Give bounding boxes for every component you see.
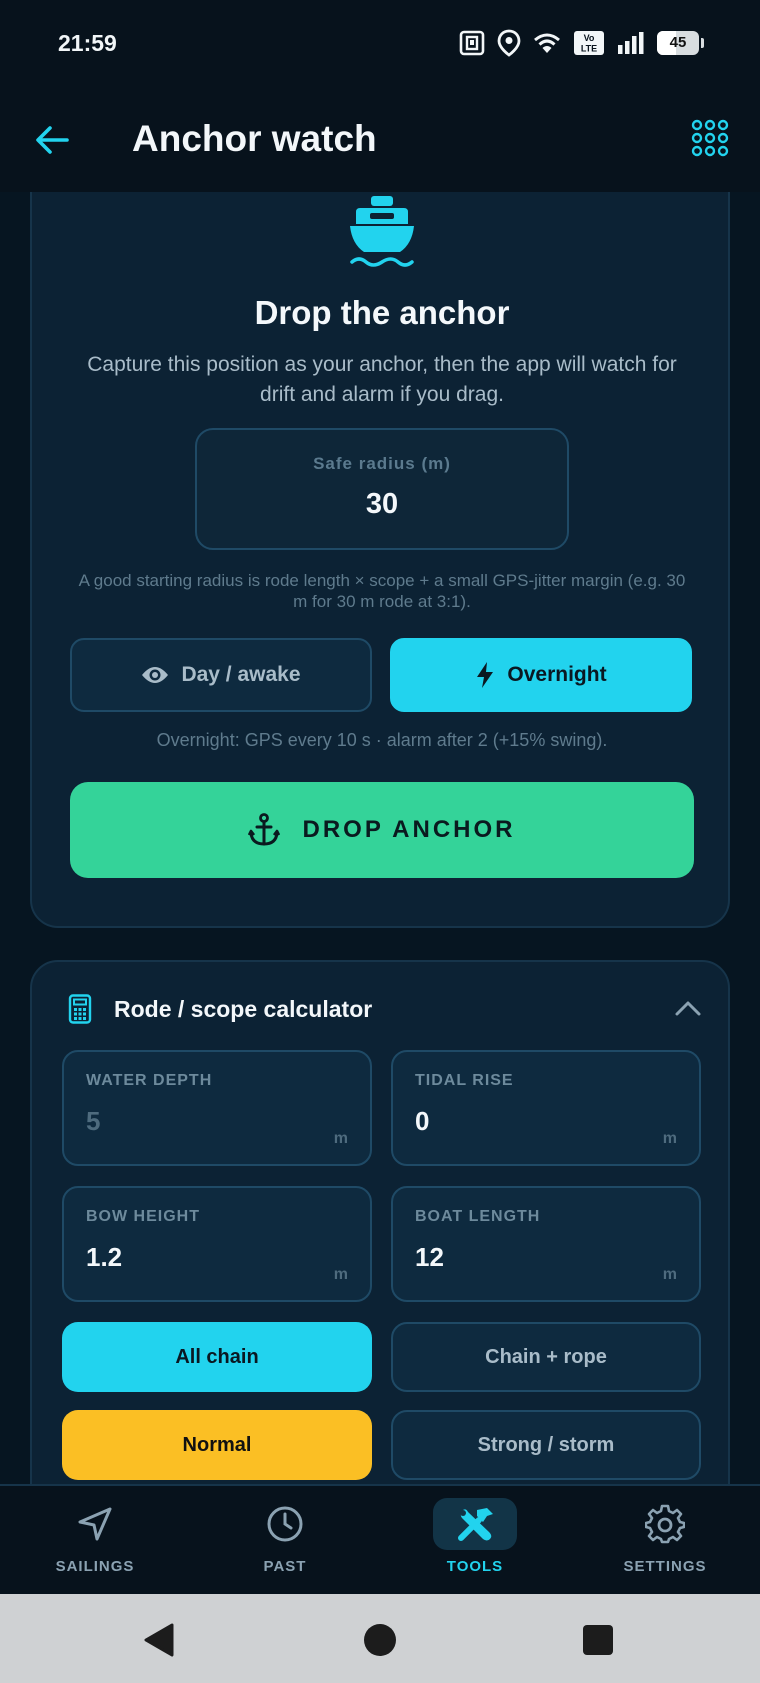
svg-text:LTE: LTE <box>581 44 597 54</box>
normal-condition-option[interactable]: Normal <box>62 1410 372 1480</box>
anchor-icon <box>248 813 281 846</box>
triangle-back-icon <box>144 1623 174 1657</box>
boat-length-field[interactable]: BOAT LENGTH 12 m <box>391 1186 701 1302</box>
mode-overnight-label: Overnight <box>507 663 607 686</box>
battery-level: 45 <box>669 34 687 51</box>
nav-past[interactable]: PAST <box>190 1486 380 1596</box>
status-time: 21:59 <box>58 30 117 56</box>
water-depth-field[interactable]: WATER DEPTH 5 m <box>62 1050 372 1166</box>
nfc-icon <box>459 30 485 56</box>
water-depth-value: 5 <box>86 1106 101 1136</box>
tidal-rise-label: TIDAL RISE <box>415 1072 514 1089</box>
grid-dots-icon <box>691 119 729 157</box>
page-title: Anchor watch <box>132 118 377 159</box>
status-bar: 21:59 Vo LTE 45 <box>0 0 760 88</box>
svg-text:Vo: Vo <box>584 33 595 43</box>
tidal-rise-value: 0 <box>415 1106 430 1136</box>
status-icons: Vo LTE 45 <box>459 28 704 58</box>
safe-radius-value: 30 <box>365 488 399 520</box>
safe-radius-label: Safe radius (m) <box>313 454 451 473</box>
lightning-icon <box>477 662 494 688</box>
arrow-left-icon <box>36 126 69 154</box>
bottom-nav: SAILINGS PAST TOOLS SETTINGS <box>0 1484 760 1594</box>
calculator-header[interactable]: Rode / scope calculator <box>32 962 732 1054</box>
scope-calculator-card: Rode / scope calculator WATER DEPTH 5 m … <box>30 960 730 1484</box>
nav-tools-label: TOOLS <box>446 1558 504 1575</box>
tools-icon <box>433 1498 517 1550</box>
drop-anchor-button[interactable]: DROP ANCHOR <box>70 782 694 878</box>
square-recents-icon <box>583 1625 613 1655</box>
card-title: Drop the anchor <box>254 294 510 331</box>
storm-condition-option[interactable]: Strong / storm <box>391 1410 701 1480</box>
gear-icon <box>635 1498 695 1550</box>
card-description: Capture this position as your anchor, th… <box>87 353 677 406</box>
bow-height-field[interactable]: BOW HEIGHT 1.2 m <box>62 1186 372 1302</box>
app-bar: Anchor watch <box>0 88 760 192</box>
nav-sailings[interactable]: SAILINGS <box>0 1486 190 1596</box>
calculator-icon <box>68 994 92 1024</box>
system-recents-button[interactable] <box>578 1620 618 1660</box>
boat-length-label: BOAT LENGTH <box>415 1208 541 1225</box>
grid-menu-button[interactable] <box>690 118 734 162</box>
chain-rope-option[interactable]: Chain + rope <box>391 1322 701 1392</box>
boat-length-value: 12 <box>415 1242 444 1272</box>
back-button[interactable] <box>28 118 76 162</box>
safe-radius-input[interactable]: Safe radius (m) 30 <box>195 428 569 550</box>
all-chain-option[interactable]: All chain <box>62 1322 372 1392</box>
boat-length-unit: m <box>662 1266 677 1283</box>
nav-tools[interactable]: TOOLS <box>380 1486 570 1596</box>
scroll-content[interactable]: Drop the anchor Capture this position as… <box>0 192 760 1484</box>
eye-icon <box>142 667 169 683</box>
mode-day-label: Day / awake <box>181 663 301 686</box>
signal-icon <box>617 31 645 55</box>
navigation-arrow-icon <box>65 1498 125 1550</box>
safe-radius-hint: A good starting radius is rode length × … <box>78 571 686 611</box>
system-home-button[interactable] <box>360 1620 400 1660</box>
system-back-button[interactable] <box>140 1620 180 1660</box>
location-icon <box>497 29 521 57</box>
clock-icon <box>255 1498 315 1550</box>
bow-height-label: BOW HEIGHT <box>86 1208 200 1225</box>
volte-icon: Vo LTE <box>573 30 605 56</box>
water-depth-unit: m <box>333 1130 348 1147</box>
battery-tip <box>701 38 704 48</box>
boat-icon <box>350 196 414 267</box>
battery-icon: 45 <box>657 31 699 55</box>
nav-settings[interactable]: SETTINGS <box>570 1486 760 1596</box>
water-depth-label: WATER DEPTH <box>86 1072 213 1089</box>
chevron-up-icon <box>675 1001 701 1016</box>
circle-home-icon <box>364 1624 396 1656</box>
anchor-watch-screen: 21:59 Vo LTE 45 Anchor watch Drop the an… <box>0 0 760 1683</box>
drop-anchor-card: Drop the anchor Capture this position as… <box>30 192 730 928</box>
bow-height-unit: m <box>333 1266 348 1283</box>
mode-hint: Overnight: GPS every 10 s · alarm after … <box>156 730 608 750</box>
nav-settings-label: SETTINGS <box>623 1558 707 1575</box>
wifi-icon <box>533 32 561 54</box>
bow-height-value: 1.2 <box>86 1242 123 1272</box>
nav-sailings-label: SAILINGS <box>55 1558 135 1575</box>
drop-anchor-label: DROP ANCHOR <box>302 816 516 843</box>
system-nav-bar <box>0 1594 760 1683</box>
calculator-title: Rode / scope calculator <box>114 996 373 1022</box>
mode-overnight-button[interactable]: Overnight <box>390 638 692 712</box>
nav-past-label: PAST <box>263 1558 307 1575</box>
tidal-rise-field[interactable]: TIDAL RISE 0 m <box>391 1050 701 1166</box>
tidal-rise-unit: m <box>662 1130 677 1147</box>
mode-day-awake-button[interactable]: Day / awake <box>70 638 372 712</box>
